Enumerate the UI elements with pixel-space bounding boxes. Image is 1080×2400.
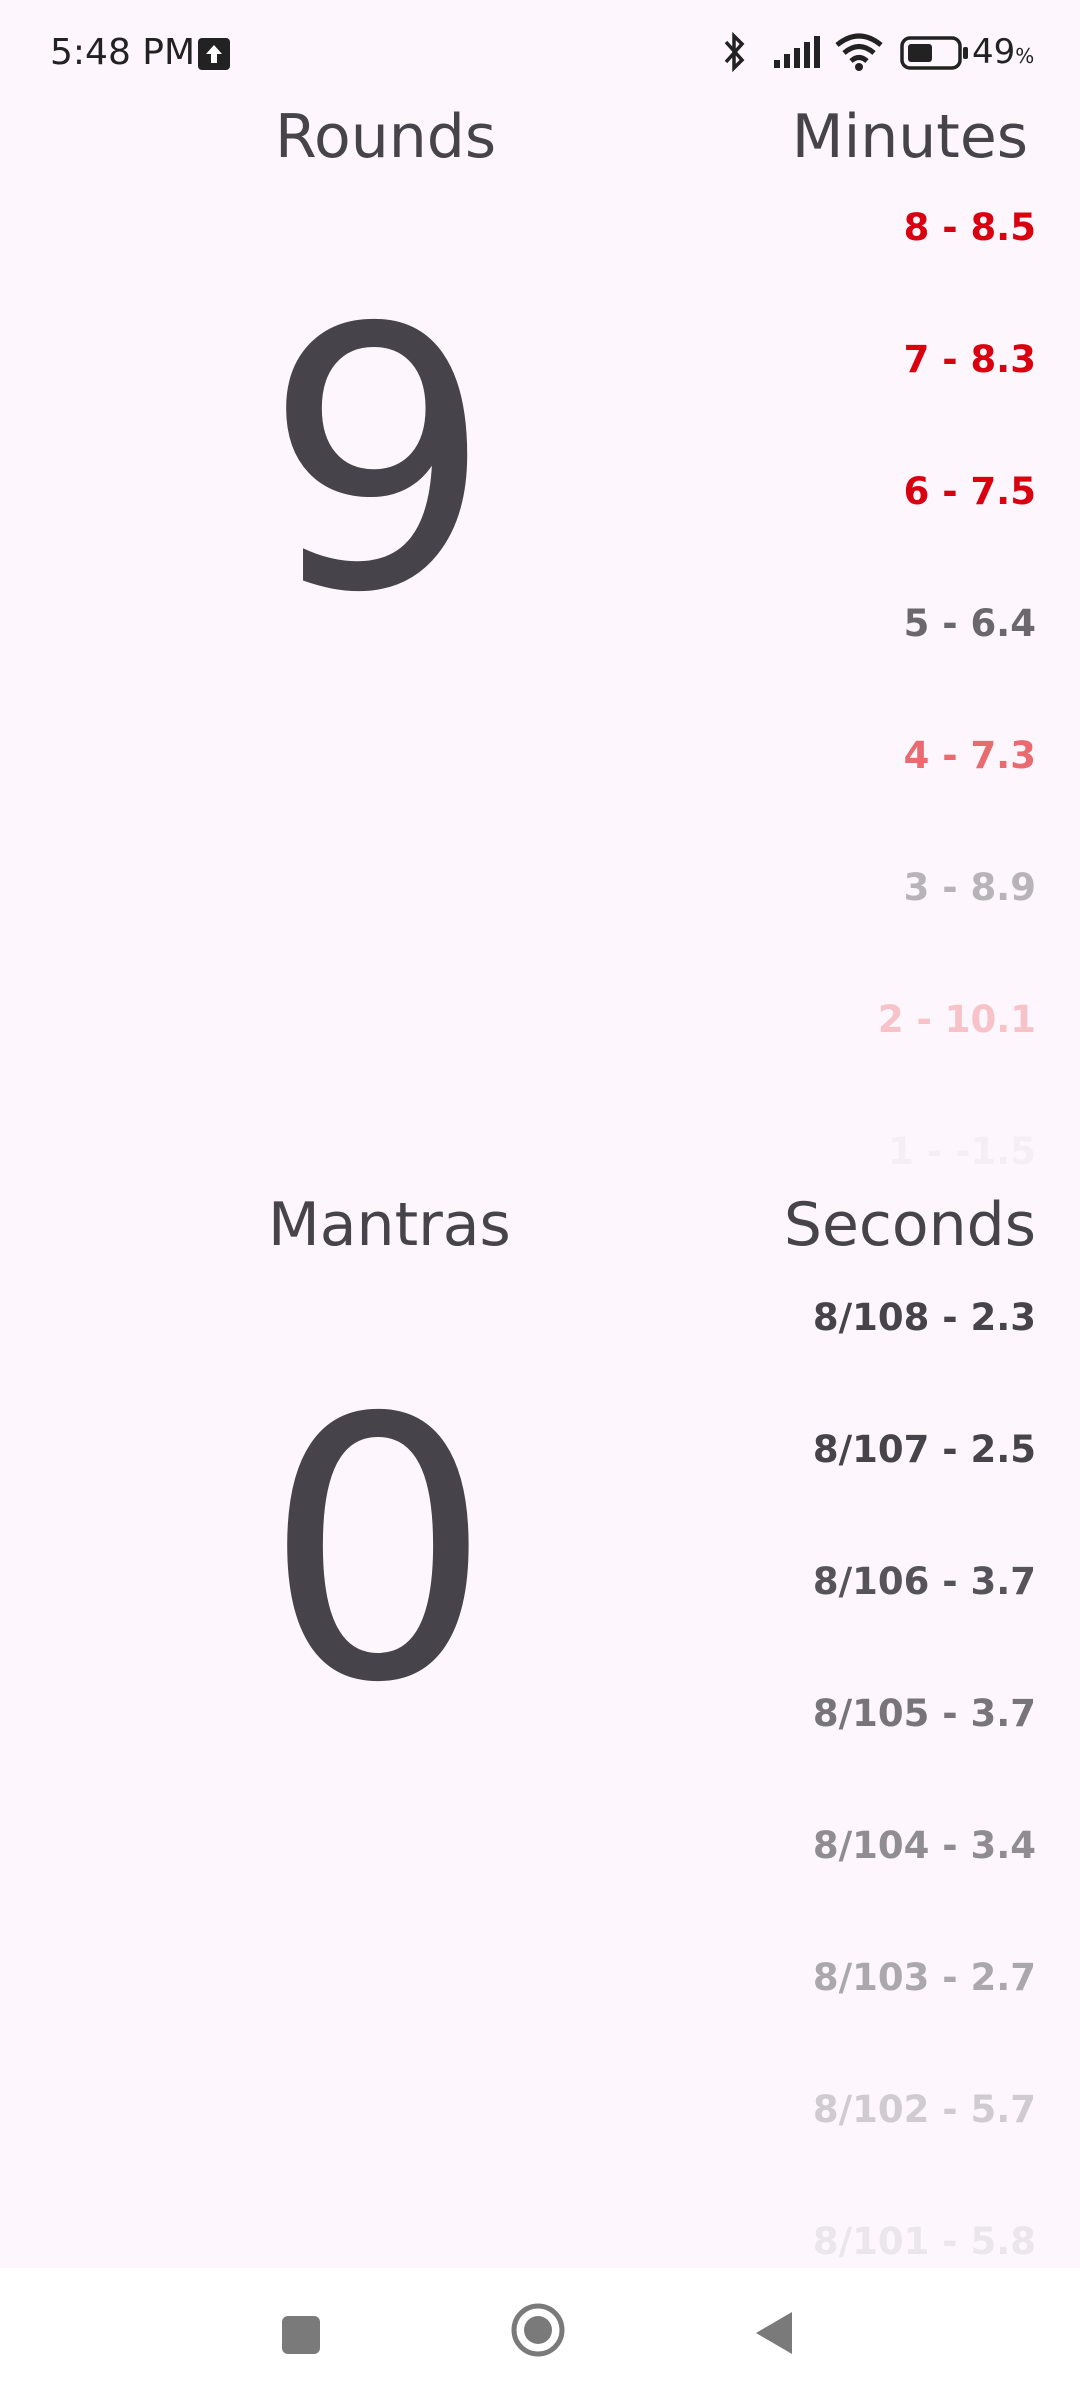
- status-bar: 5:48 PM 49%: [0, 0, 1080, 110]
- mantras-label: Mantras: [268, 1190, 511, 1260]
- seconds-list-item[interactable]: 8/104 - 3.4: [813, 1824, 1036, 1867]
- battery-percent: 49%: [972, 32, 1035, 72]
- back-triangle-icon[interactable]: [752, 2308, 796, 2358]
- seconds-list-item[interactable]: 8/108 - 2.3: [813, 1296, 1036, 1339]
- mantras-value: 0: [263, 1342, 493, 1761]
- seconds-list-item[interactable]: 8/106 - 3.7: [813, 1560, 1036, 1603]
- bluetooth-icon: [716, 31, 752, 81]
- rounds-label: Rounds: [275, 102, 497, 172]
- status-time: 5:48 PM: [50, 32, 196, 73]
- seconds-list-item[interactable]: 8/102 - 5.7: [813, 2088, 1036, 2131]
- recents-square-icon[interactable]: [282, 2316, 320, 2354]
- navigation-bar: [0, 2268, 1080, 2400]
- minutes-label: Minutes: [791, 102, 1028, 172]
- minutes-list-item[interactable]: 4 - 7.3: [904, 734, 1036, 777]
- minutes-list-item[interactable]: 6 - 7.5: [904, 470, 1036, 513]
- seconds-label: Seconds: [783, 1190, 1036, 1260]
- minutes-list-item[interactable]: 5 - 6.4: [904, 602, 1036, 645]
- seconds-list-item[interactable]: 8/105 - 3.7: [813, 1692, 1036, 1735]
- seconds-list-item[interactable]: 8/103 - 2.7: [813, 1956, 1036, 1999]
- seconds-list-item[interactable]: 8/107 - 2.5: [813, 1428, 1036, 1471]
- battery-icon: [900, 36, 970, 79]
- wifi-icon: [834, 32, 884, 81]
- minutes-list-item[interactable]: 1 - -1.5: [888, 1130, 1036, 1173]
- upload-icon: [198, 38, 230, 70]
- minutes-list-item[interactable]: 8 - 8.5: [904, 206, 1036, 249]
- home-circle-icon[interactable]: [510, 2302, 566, 2358]
- minutes-list-item[interactable]: 3 - 8.9: [904, 866, 1036, 909]
- signal-icon: [772, 34, 824, 79]
- minutes-list-item[interactable]: 2 - 10.1: [878, 998, 1036, 1041]
- minutes-list-item[interactable]: 7 - 8.3: [904, 338, 1036, 381]
- rounds-value: 9: [263, 252, 493, 671]
- seconds-list-item[interactable]: 8/101 - 5.8: [813, 2220, 1036, 2263]
